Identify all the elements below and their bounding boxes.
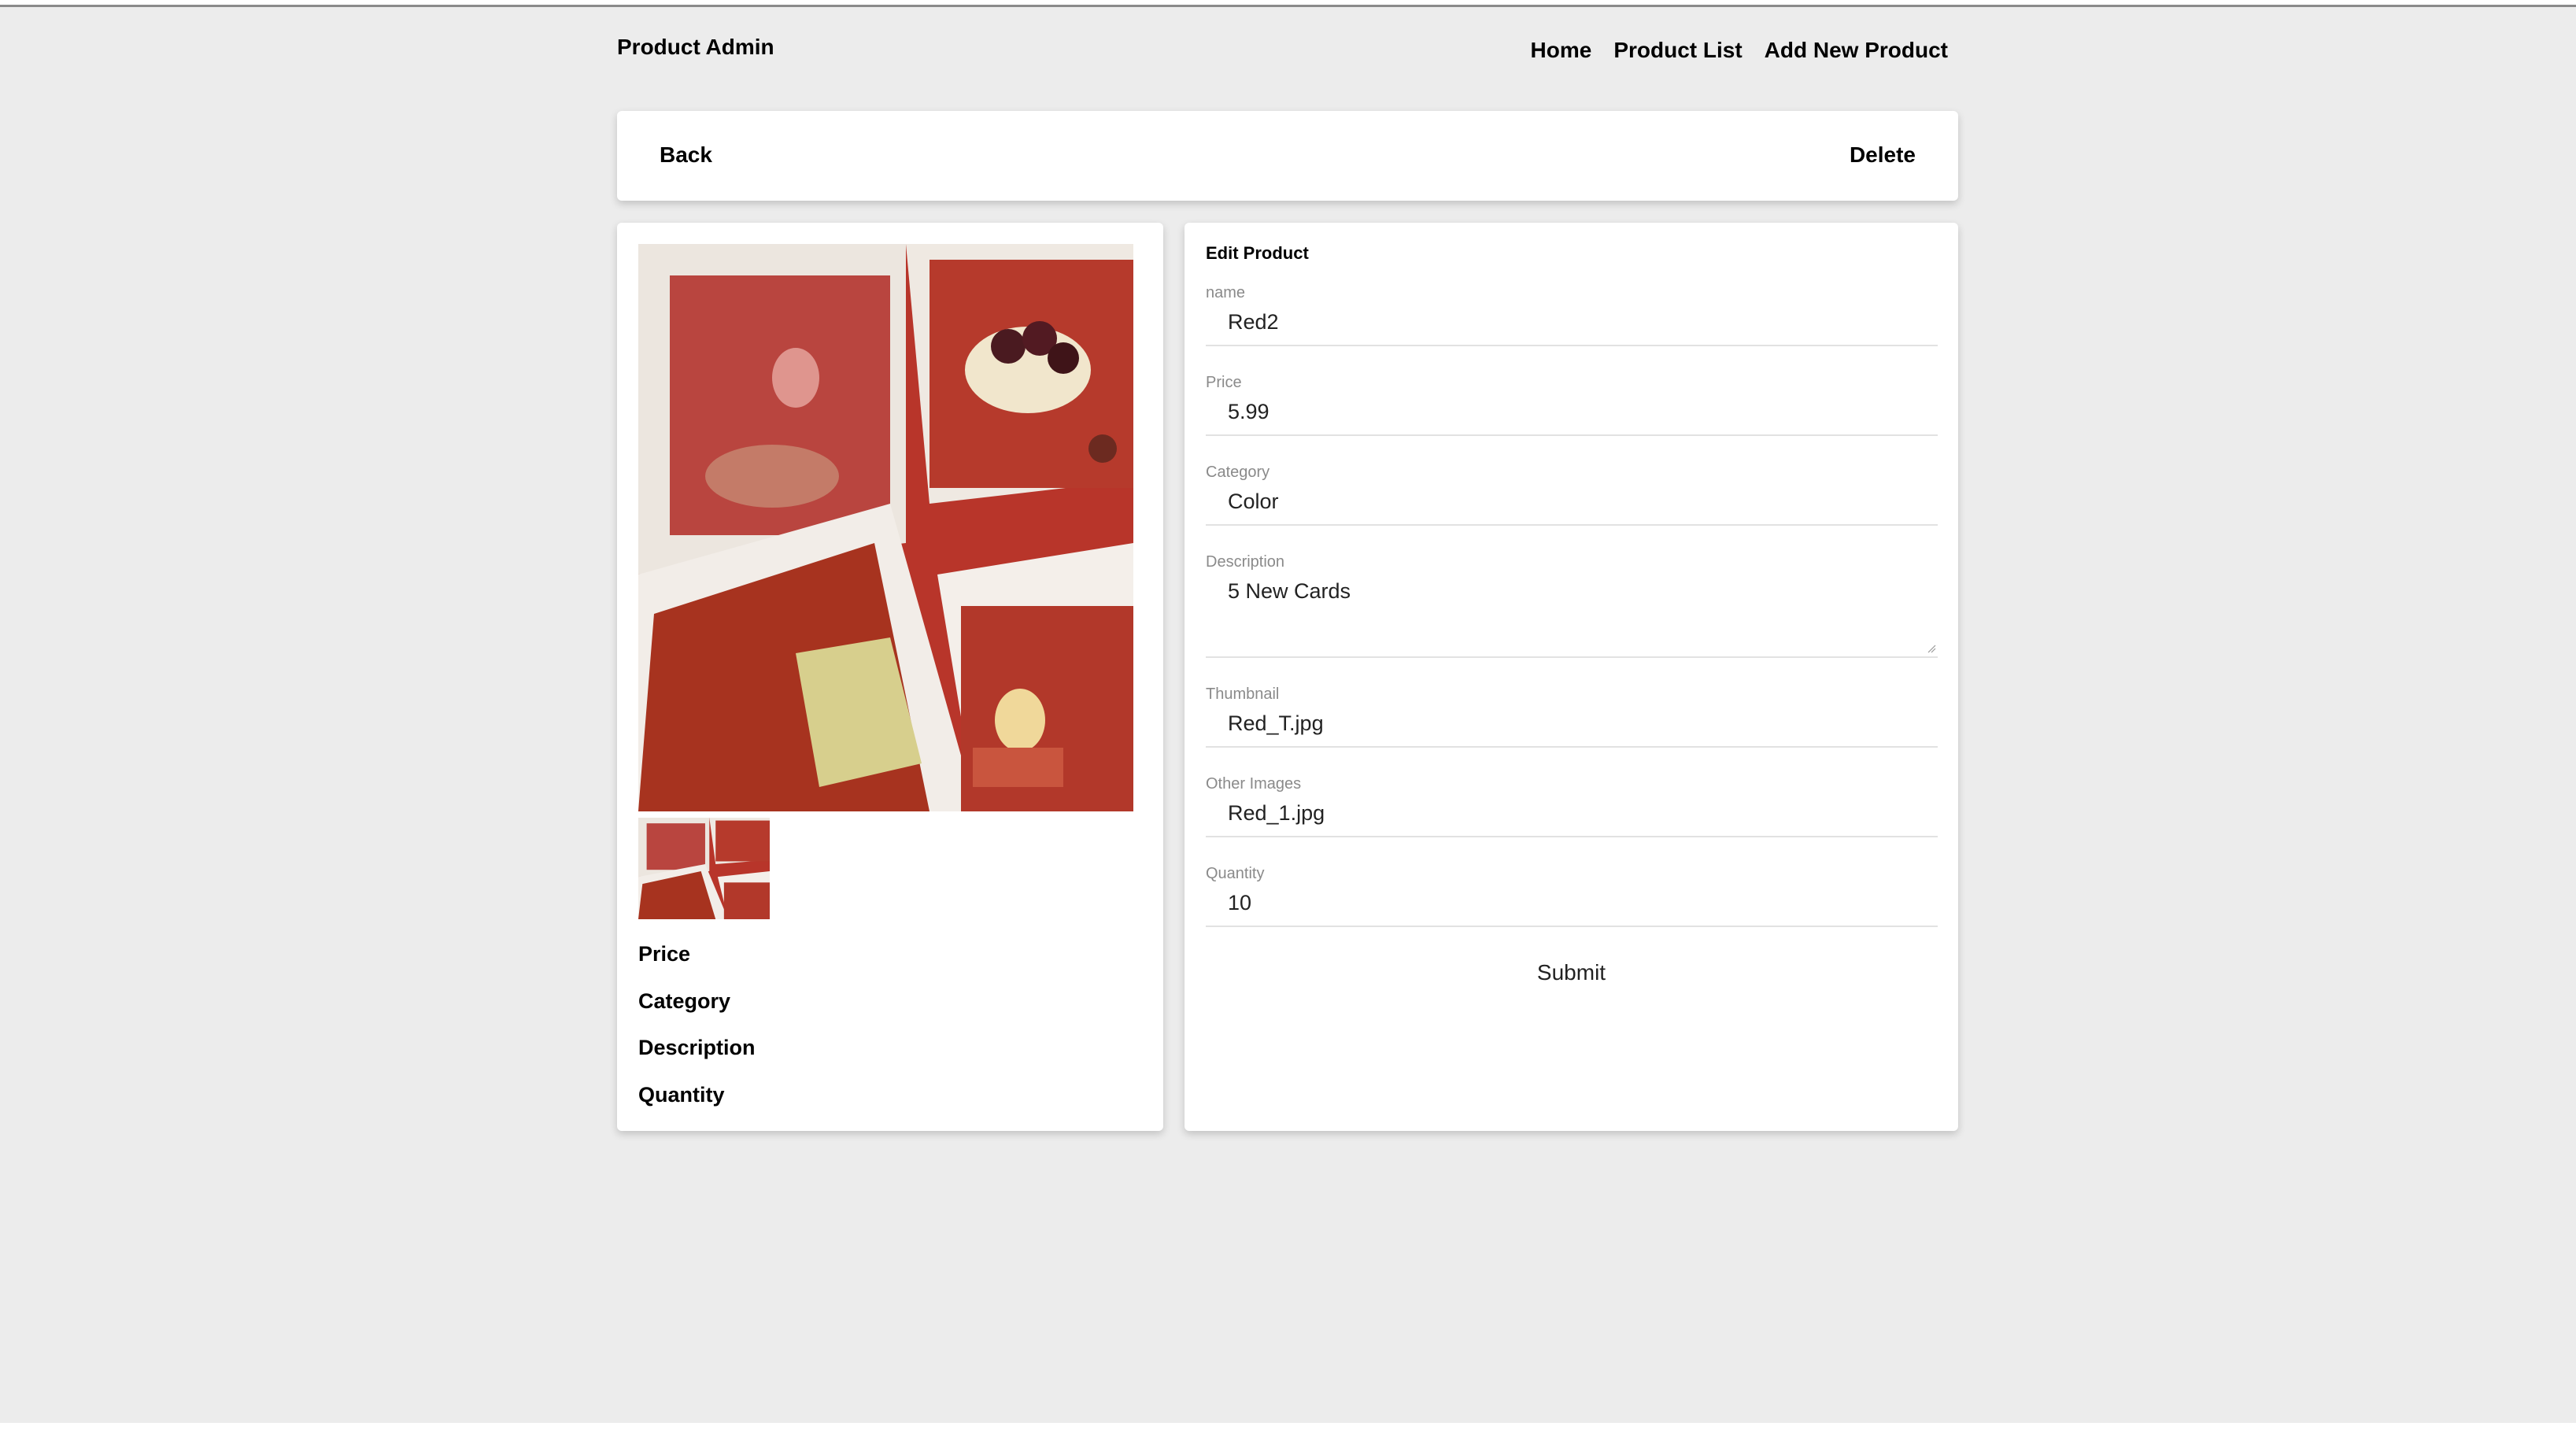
form-title: Edit Product [1206,243,1309,263]
quantity-input[interactable]: 10 [1206,891,1938,927]
back-button[interactable]: Back [660,142,712,168]
name-field: name Red2 [1206,284,1938,346]
detail-category-label: Category [638,989,731,1013]
nav-add-new-product-link[interactable]: Add New Product [1765,38,1948,63]
detail-price-label: Price [638,942,691,966]
submit-button[interactable]: Submit [1185,960,1958,985]
thumbnail-field: Thumbnail Red_T.jpg [1206,685,1938,748]
nav-product-list-link[interactable]: Product List [1613,38,1742,63]
action-toolbar: Back Delete [617,111,1958,201]
description-field-label: Description [1206,553,1285,571]
description-textarea[interactable]: 5 New Cards [1206,579,1938,658]
delete-button[interactable]: Delete [1850,142,1916,168]
thumbnail-field-label: Thumbnail [1206,685,1280,703]
price-input[interactable]: 5.99 [1206,400,1938,436]
product-thumbnail[interactable] [638,818,770,919]
category-field: Category Color [1206,464,1938,526]
thumbnail-input[interactable]: Red_T.jpg [1206,711,1938,748]
product-detail-card: Price Category Description Quantity [617,223,1163,1131]
other-images-input[interactable]: Red_1.jpg [1206,801,1938,837]
nav-links: Home Product List Add New Product [1531,38,1948,63]
edit-product-form: Edit Product name Red2 Price 5.99 Catego… [1185,223,1958,1131]
category-input[interactable]: Color [1206,490,1938,526]
quantity-field: Quantity 10 [1206,865,1938,927]
detail-quantity-label: Quantity [638,1083,725,1107]
other-images-field-label: Other Images [1206,775,1302,793]
other-images-field: Other Images Red_1.jpg [1206,775,1938,837]
description-text: 5 New Cards [1228,579,1351,603]
quantity-field-label: Quantity [1206,865,1265,882]
product-main-image [638,244,1133,811]
name-field-label: name [1206,284,1246,301]
detail-description-label: Description [638,1036,756,1059]
photo-collage-image [638,244,1133,811]
price-field: Price 5.99 [1206,374,1938,436]
thumbnail-image [638,818,770,919]
brand-title[interactable]: Product Admin [617,35,774,60]
top-navigation: Product Admin Home Product List Add New … [0,0,2576,102]
price-field-label: Price [1206,374,1242,391]
nav-home-link[interactable]: Home [1531,38,1592,63]
category-field-label: Category [1206,464,1270,481]
description-field: Description 5 New Cards [1206,553,1938,658]
resize-grip-icon[interactable] [1927,644,1936,653]
name-input[interactable]: Red2 [1206,310,1938,346]
